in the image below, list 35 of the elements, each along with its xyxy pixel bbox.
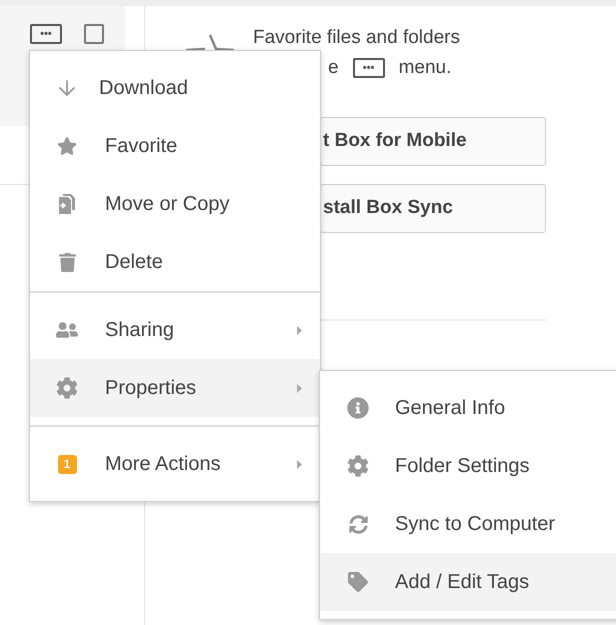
menu-item[interactable]: Properties <box>30 359 320 417</box>
menu-item-label: Add / Edit Tags <box>395 570 530 595</box>
empty-state-text: menu. <box>398 56 452 80</box>
empty-state-text: Favorite files and folders <box>253 26 460 50</box>
gear-icon <box>347 455 369 477</box>
menu-item[interactable]: Favorite <box>30 117 320 175</box>
menu-item-label: Delete <box>105 250 164 275</box>
gear-icon <box>56 377 78 399</box>
menu-item-label: Move or Copy <box>105 192 230 217</box>
document-arrow-icon <box>59 194 75 214</box>
menu-item[interactable]: Add / Edit Tags <box>320 553 616 611</box>
more-button[interactable]: ••• <box>30 24 62 44</box>
menu-icon: ••• <box>352 58 385 78</box>
star-icon <box>57 136 77 156</box>
sync-icon <box>348 514 368 534</box>
menu-item[interactable]: Download <box>30 59 320 117</box>
tag-icon <box>348 572 368 592</box>
app-button[interactable]: t Box for Mobile <box>320 117 546 166</box>
menu-item-label: Favorite <box>105 134 178 159</box>
badge: 1 <box>58 454 76 474</box>
menu-item-label: General Info <box>395 396 506 421</box>
app-button[interactable]: stall Box Sync <box>320 184 546 233</box>
empty-state-text: e <box>328 56 339 80</box>
menu-item-label: Sharing <box>105 318 175 343</box>
menu-item[interactable]: Sharing <box>30 301 320 359</box>
menu-item-label: Folder Settings <box>395 454 530 479</box>
menu-item-label: More Actions <box>105 452 222 477</box>
trash-icon <box>58 252 76 272</box>
info-icon <box>347 397 369 419</box>
menu-item-label: Download <box>99 76 189 101</box>
menu-item[interactable]: Move or Copy <box>30 175 320 233</box>
menu-item[interactable]: Delete <box>30 233 320 291</box>
menu-item-label: Properties <box>105 376 198 401</box>
menu-item-label: Sync to Computer <box>395 512 556 537</box>
checkbox[interactable] <box>84 24 104 44</box>
